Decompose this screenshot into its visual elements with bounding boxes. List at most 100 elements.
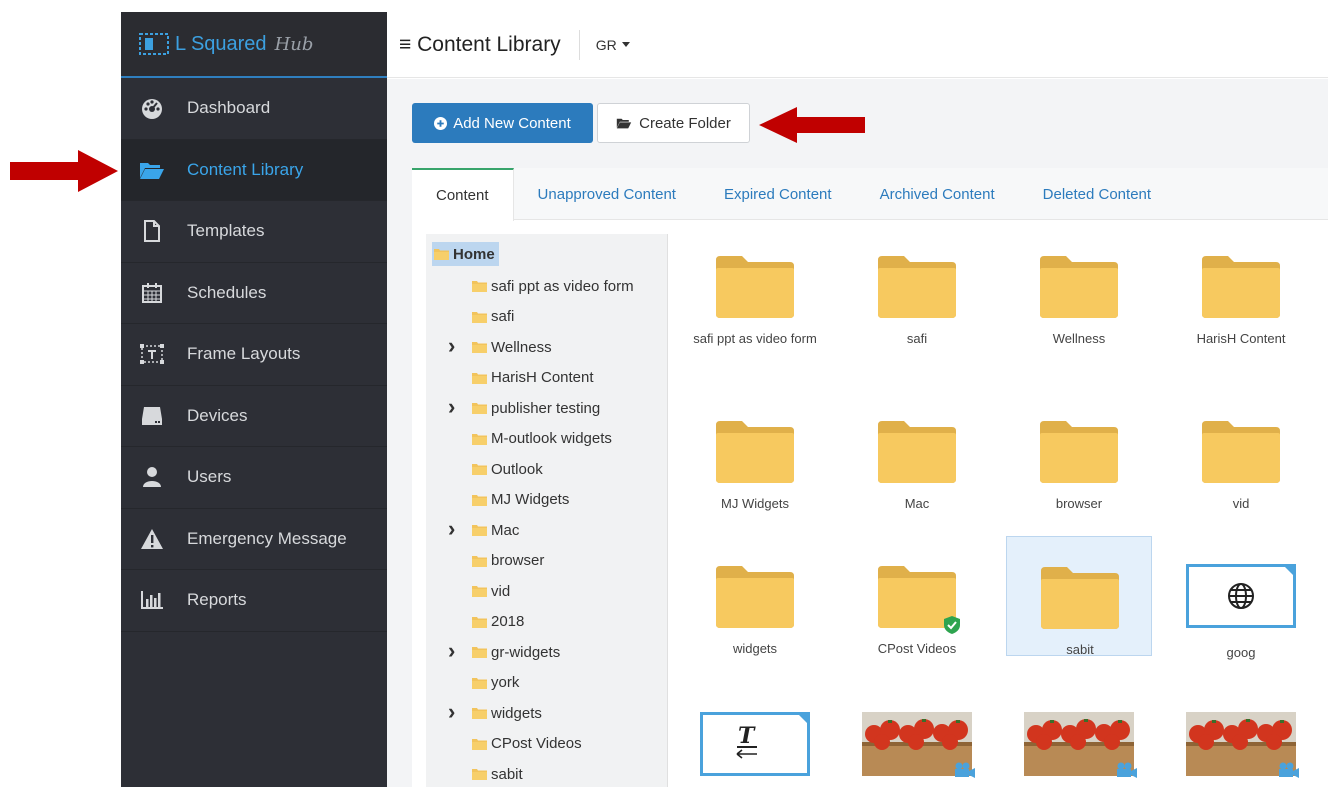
folder-icon (472, 708, 487, 719)
folder-icon (472, 738, 487, 750)
sidebar-item-content-library[interactable]: Content Library (121, 139, 387, 201)
tab-archived-content[interactable]: Archived Content (856, 168, 1019, 220)
content-tile[interactable]: Ball.mp4 (1168, 684, 1314, 787)
content-tile[interactable]: HarisH Content (1168, 234, 1314, 364)
tree-item[interactable]: gr-widgets (472, 640, 560, 664)
sidebar-item-schedules[interactable]: Schedules (121, 263, 387, 324)
folder-icon (472, 311, 487, 323)
text-crawl-icon: T (736, 725, 757, 759)
content-tile[interactable]: Mac (844, 399, 990, 529)
sidebar-item-devices[interactable]: Devices (121, 386, 387, 447)
tree-item[interactable]: vid (472, 579, 510, 603)
tree-item[interactable]: publisher testing (472, 396, 600, 420)
content-tile[interactable]: Wellness (1006, 234, 1152, 364)
tree-item-label: publisher testing (491, 399, 601, 417)
folder-icon (472, 281, 487, 292)
sidebar-item-label: Schedules (187, 282, 267, 302)
folder-icon (472, 342, 487, 353)
content-tile[interactable]: sabit (1006, 536, 1152, 657)
top-bar: ≡ Content Library GR (387, 12, 1328, 78)
tree-item[interactable]: browser (472, 549, 544, 573)
create-folder-button[interactable]: Create Folder (597, 103, 750, 143)
hard-drive-icon (139, 404, 165, 428)
chevron-right-icon[interactable]: › (448, 701, 455, 723)
tree-item-label: Outlook (491, 460, 543, 478)
folder-icon (472, 677, 487, 689)
add-new-content-button[interactable]: Add New Content (412, 103, 593, 143)
sidebar-item-label: Templates (187, 221, 265, 241)
content-tile[interactable]: CPost Videos (844, 544, 990, 674)
tree-item[interactable]: york (472, 671, 519, 695)
chevron-right-icon[interactable]: › (448, 640, 455, 662)
folder-icon (878, 421, 956, 483)
content-tile[interactable]: Ball.mp41212 (844, 684, 990, 787)
tree-item[interactable]: MJ Widgets (472, 488, 569, 512)
tree-item[interactable]: safi (472, 305, 514, 329)
menu-icon[interactable]: ≡ (399, 33, 411, 56)
content-tile[interactable]: goog (1168, 544, 1314, 674)
chevron-right-icon[interactable]: › (448, 335, 455, 357)
content-tile[interactable]: TCrawling Text (682, 684, 828, 787)
content-tile-label: MJ Widgets (721, 496, 789, 511)
tree-item-label: sabit (491, 765, 523, 783)
tree-item[interactable]: widgets (472, 701, 542, 725)
sidebar-item-templates[interactable]: Templates (121, 201, 387, 263)
folder-icon (878, 256, 956, 318)
sidebar-item-users[interactable]: Users (121, 447, 387, 509)
sidebar: L Squared Hub Dashboard Content Library … (121, 12, 387, 787)
folder-open-icon (616, 118, 632, 129)
content-tile[interactable]: vid (1168, 399, 1314, 529)
video-camera-icon (955, 762, 975, 778)
bar-chart-icon (139, 588, 165, 612)
folder-icon (1040, 256, 1118, 318)
sidebar-item-label: Content Library (187, 159, 304, 179)
tree-item[interactable]: M-outlook widgets (472, 427, 612, 451)
sidebar-item-dashboard[interactable]: Dashboard (121, 78, 387, 140)
brand-suffix: Hub (274, 33, 314, 55)
tree-item-home[interactable]: Home (432, 242, 499, 266)
tree-item[interactable]: safi ppt as video form (472, 274, 634, 298)
chevron-right-icon[interactable]: › (448, 396, 455, 418)
sidebar-item-label: Users (187, 467, 232, 487)
chevron-right-icon[interactable]: › (448, 518, 455, 540)
tree-item[interactable]: 2018 (472, 610, 524, 634)
tab-expired-content[interactable]: Expired Content (700, 168, 856, 220)
folder-icon (472, 586, 487, 597)
tree-item[interactable]: Outlook (472, 457, 543, 481)
content-tile[interactable]: safi ppt as video form (682, 234, 828, 364)
tree-item-label: MJ Widgets (491, 491, 570, 508)
content-tile[interactable]: browser (1006, 399, 1152, 529)
tree-item[interactable]: sabit (472, 762, 523, 786)
globe-icon (1228, 583, 1254, 609)
content-tile[interactable]: safi (844, 234, 990, 364)
content-tile[interactable]: MJ Widgets (682, 399, 828, 529)
sidebar-item-emergency-message[interactable]: Emergency Message (121, 509, 387, 570)
content-tile[interactable]: widgets (682, 544, 828, 674)
tree-item[interactable]: Mac (472, 518, 519, 542)
sidebar-item-frame-layouts[interactable]: Frame Layouts (121, 324, 387, 386)
user-menu[interactable]: GR (596, 37, 630, 53)
folder-icon (434, 249, 449, 260)
tree-item-label: Home (453, 245, 495, 263)
tab-content[interactable]: Content (412, 168, 514, 221)
brand-name: L Squared (175, 32, 267, 55)
tree-item[interactable]: CPost Videos (472, 732, 582, 756)
video-camera-icon (1279, 762, 1299, 778)
tab-unapproved-content[interactable]: Unapproved Content (514, 168, 700, 220)
sidebar-item-label: Emergency Message (187, 528, 347, 548)
brand[interactable]: L Squared Hub (121, 12, 387, 78)
content-tile-label: sabit (1066, 642, 1094, 657)
add-new-content-label: Add New Content (453, 114, 571, 132)
shield-check-icon (944, 616, 960, 634)
tree-item[interactable]: Wellness (472, 335, 552, 359)
folder-icon (1041, 567, 1119, 629)
sidebar-item-reports[interactable]: Reports (121, 570, 387, 632)
content-tile[interactable]: Ball.mp412 (1006, 684, 1152, 787)
tree-item-label: Wellness (491, 338, 552, 356)
chevron-down-icon (621, 42, 630, 47)
crawling-text-card: T (700, 712, 810, 776)
content-tile-label: Mac (904, 496, 930, 511)
tab-deleted-content[interactable]: Deleted Content (1019, 168, 1175, 220)
brand-logo-icon (139, 33, 169, 55)
tree-item[interactable]: HarisH Content (472, 366, 594, 390)
